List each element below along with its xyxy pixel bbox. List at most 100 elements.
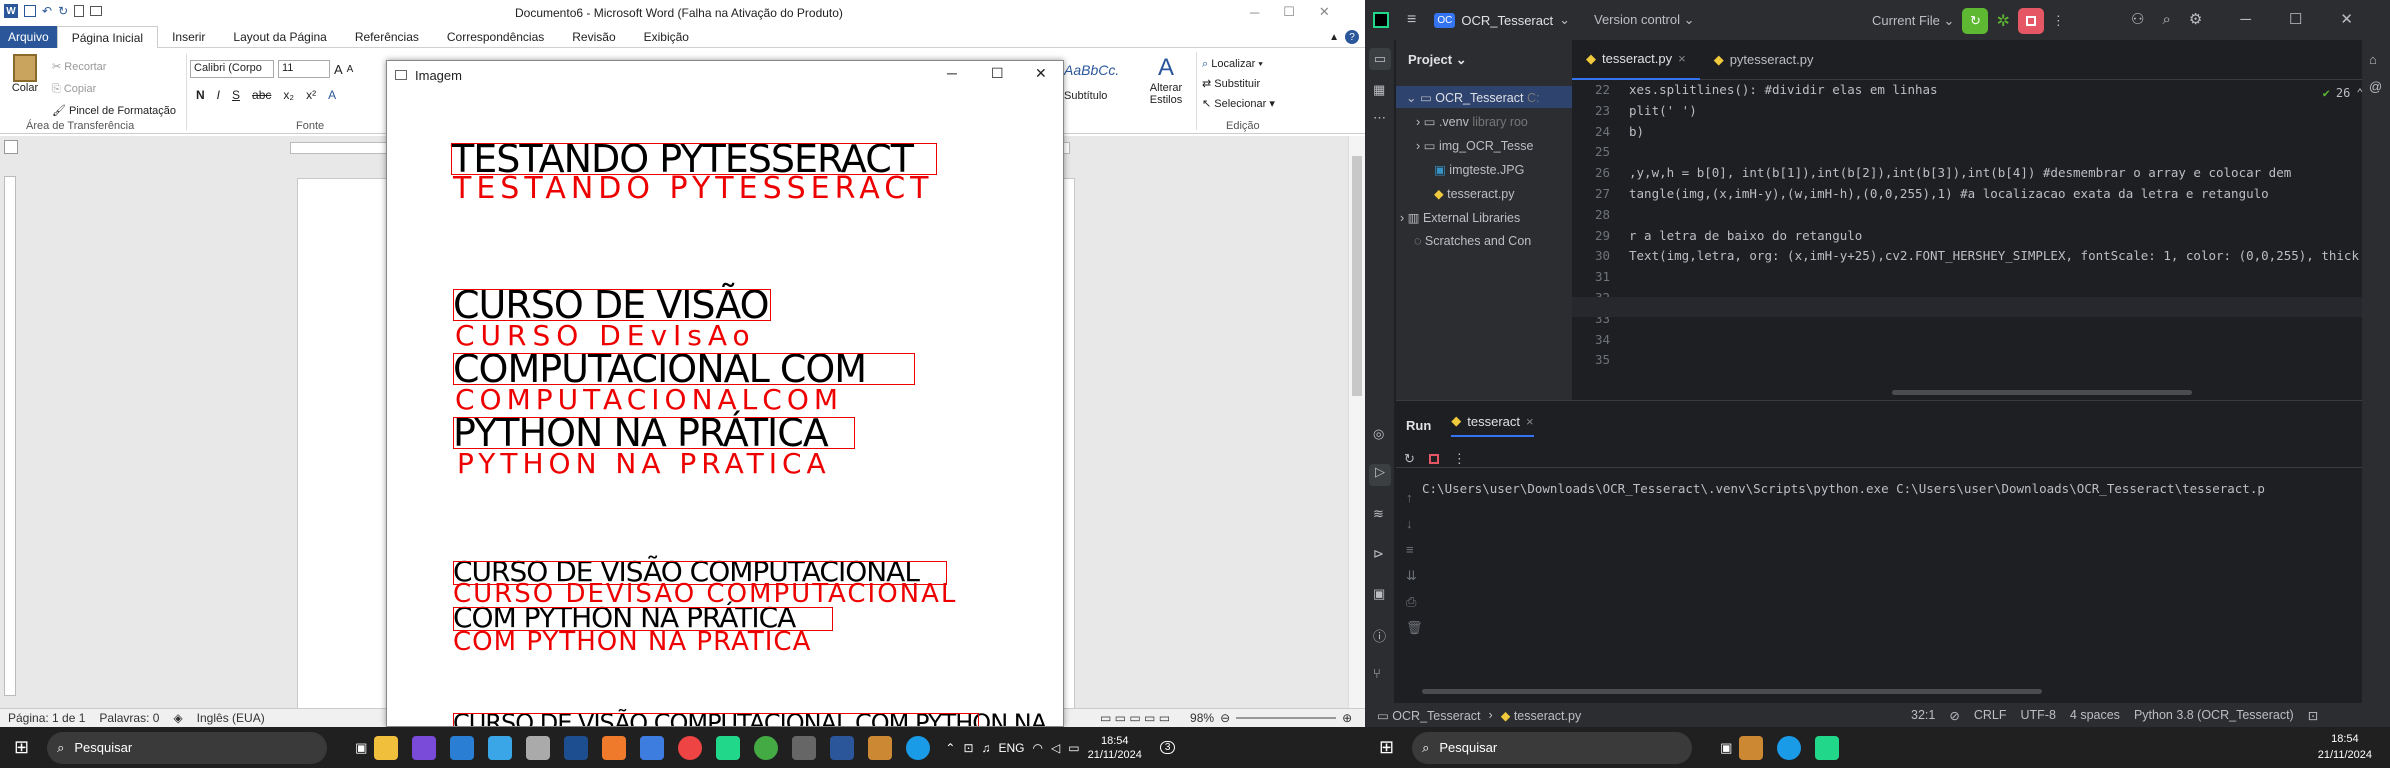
superscript-icon[interactable]: x² (306, 88, 316, 102)
scroll-up-icon[interactable]: ↑ (1406, 485, 1423, 511)
spell-check-icon[interactable]: ◈ (173, 711, 182, 725)
speaker-icon[interactable]: ◁ (1051, 741, 1060, 755)
tab-revisao[interactable]: Revisão (558, 30, 629, 44)
terminal-icon[interactable]: ▣ (1373, 586, 1385, 602)
maximize-button[interactable]: ☐ (2289, 10, 2302, 28)
tab-arquivo[interactable]: Arquivo (0, 25, 57, 48)
tree-item-external-libraries[interactable]: › ▥ External Libraries (1400, 210, 1520, 225)
breadcrumb-file[interactable]: ◆ tesseract.py (1501, 708, 1582, 723)
console-scrollbar[interactable] (1422, 689, 2042, 694)
file-explorer-icon[interactable] (374, 735, 399, 760)
shrink-font-icon[interactable]: A (347, 64, 354, 75)
tree-item-venv[interactable]: › ▭ .venv library roo (1416, 114, 1528, 129)
minimize-button[interactable]: ─ (1250, 5, 1259, 20)
code-editor[interactable]: 2223242526272829303132333435 xes.splitli… (1572, 80, 2390, 398)
rerun-icon[interactable]: ↻ (1404, 451, 1415, 467)
edge-icon[interactable] (1777, 735, 1802, 760)
undo-icon[interactable]: ↶ (42, 4, 52, 18)
close-button[interactable]: ✕ (1035, 65, 1047, 82)
task-view-icon[interactable]: ▣ (1720, 740, 1732, 756)
font-size-select[interactable]: 11 (278, 60, 330, 78)
style-sample[interactable]: AaBbCc. (1064, 62, 1119, 78)
ribbon-collapse-icon[interactable]: ▲ (1329, 32, 1339, 43)
settings-gear-icon[interactable]: ⚙ (2189, 10, 2202, 28)
tab-correspondencias[interactable]: Correspondências (433, 30, 558, 44)
interpreter-selector[interactable]: Python 3.8 (OCR_Tesseract) (2134, 708, 2294, 722)
notification-badge[interactable]: 3 (1159, 741, 1176, 754)
tab-layout[interactable]: Layout da Página (219, 30, 340, 44)
zoom-level[interactable]: 98% (1190, 711, 1214, 725)
project-tool-icon[interactable]: ▭ (1369, 48, 1391, 70)
tab-pytesseract-py[interactable]: ◆ pytesseract.py (1700, 40, 1828, 80)
vertical-scrollbar[interactable] (1348, 136, 1365, 709)
tray-icon[interactable]: ⌃ (945, 741, 955, 755)
new-doc-icon[interactable] (74, 5, 85, 17)
structure-icon[interactable]: ▦ (1373, 82, 1386, 98)
change-styles-button[interactable]: A Alterar Estilos (1146, 54, 1186, 106)
tree-item-scratches[interactable]: ◌ Scratches and Con (1414, 234, 1531, 248)
more-icon[interactable]: ⋮ (1453, 451, 1466, 467)
tab-tesseract-py[interactable]: ◆ tesseract.py × (1572, 40, 1700, 80)
format-painter-button[interactable]: 🖌 Pincel de Formatação (52, 100, 176, 122)
console-output[interactable]: C:\Users\user\Downloads\OCR_Tesseract\.v… (1422, 481, 2382, 496)
readonly-icon[interactable]: ⊘ (1949, 708, 1959, 723)
app-icon[interactable] (488, 735, 513, 760)
chrome-icon[interactable] (678, 735, 703, 760)
clock[interactable]: 18:54 21/11/2024 (2318, 731, 2372, 763)
zoom-out-icon[interactable]: ⊖ (1220, 711, 1230, 725)
indent-setting[interactable]: 4 spaces (2070, 708, 2120, 722)
layers-icon[interactable]: ≋ (1373, 506, 1384, 522)
close-button[interactable]: ✕ (2340, 10, 2353, 28)
vcs-menu[interactable]: Version control ⌄ (1594, 12, 1695, 28)
language-indicator[interactable]: ENG (999, 741, 1025, 755)
minimize-button[interactable]: ─ (2240, 11, 2251, 28)
text-effects-icon[interactable]: A (328, 88, 336, 102)
lock-icon[interactable]: ⊡ (2308, 708, 2318, 723)
caret-position[interactable]: 32:1 (1911, 708, 1935, 722)
run-tab-tesseract[interactable]: ◆ tesseract × (1451, 413, 1534, 437)
services-icon[interactable]: ⊳ (1373, 546, 1384, 562)
taskbar-search[interactable]: ⌕ Pesquisar (47, 731, 328, 764)
tree-item-tesseract[interactable]: ◆ tesseract.py (1434, 186, 1515, 201)
run-button[interactable]: ↻ (1962, 8, 1989, 34)
tree-item-img-folder[interactable]: › ▭ img_OCR_Tesse (1416, 138, 1533, 153)
paste-button[interactable]: Colar (8, 54, 42, 94)
pycharm-icon[interactable] (1815, 735, 1840, 760)
tree-root[interactable]: ⌄ ▭ OCR_Tesseract C: (1406, 90, 1539, 105)
line-separator[interactable]: CRLF (1974, 708, 2007, 722)
maximize-button[interactable]: ☐ (1283, 4, 1295, 20)
style-subtitle[interactable]: Subtítulo (1064, 90, 1107, 102)
run-tool-icon[interactable]: ▷ (1369, 464, 1391, 486)
grow-font-icon[interactable]: A (334, 62, 343, 77)
tab-exibicao[interactable]: Exibição (630, 30, 703, 44)
volume-icon[interactable]: ♫ (982, 741, 991, 755)
tree-item-imgteste[interactable]: ▣ imgteste.JPG (1434, 162, 1524, 177)
subscript-icon[interactable]: x₂ (283, 88, 294, 102)
copy-button[interactable]: ⎘ Copiar (52, 78, 176, 100)
zoom-in-icon[interactable]: ⊕ (1342, 711, 1352, 725)
git-icon[interactable]: ⑂ (1373, 666, 1381, 681)
stop-button[interactable] (2017, 8, 2044, 34)
cut-button[interactable]: ✂ Recortar (52, 56, 176, 78)
help-icon[interactable]: ? (1345, 30, 1359, 44)
pycharm-icon[interactable] (716, 735, 741, 760)
file-encoding[interactable]: UTF-8 (2020, 708, 2055, 722)
language-label[interactable]: Inglês (EUA) (197, 711, 265, 725)
add-user-icon[interactable]: ⚇ (2131, 10, 2144, 28)
stop-icon[interactable] (1428, 454, 1439, 464)
vscode-icon[interactable] (450, 735, 475, 760)
view-icon[interactable]: ▭ ▭ ▭ ▭ ▭ (1100, 711, 1170, 725)
close-button[interactable]: ✕ (1319, 4, 1330, 20)
wifi-icon[interactable]: ◠ (1033, 741, 1043, 755)
more-tools-icon[interactable]: ⋯ (1373, 110, 1386, 126)
bold-icon[interactable]: N (196, 88, 205, 102)
replace-button[interactable]: ⇄ Substituir (1202, 74, 1275, 94)
close-tab-icon[interactable]: × (1678, 51, 1686, 66)
run-config-select[interactable]: Current File ⌄ (1872, 13, 1954, 29)
ai-assistant-icon[interactable]: @ (2369, 79, 2383, 94)
breadcrumb-project[interactable]: ▭ OCR_Tesseract (1377, 708, 1481, 723)
tab-inserir[interactable]: Inserir (158, 30, 219, 44)
app-icon[interactable] (640, 735, 665, 760)
taskbar-search[interactable]: ⌕ Pesquisar (1412, 731, 1693, 764)
font-name-select[interactable]: Calibri (Corpo (190, 60, 274, 78)
